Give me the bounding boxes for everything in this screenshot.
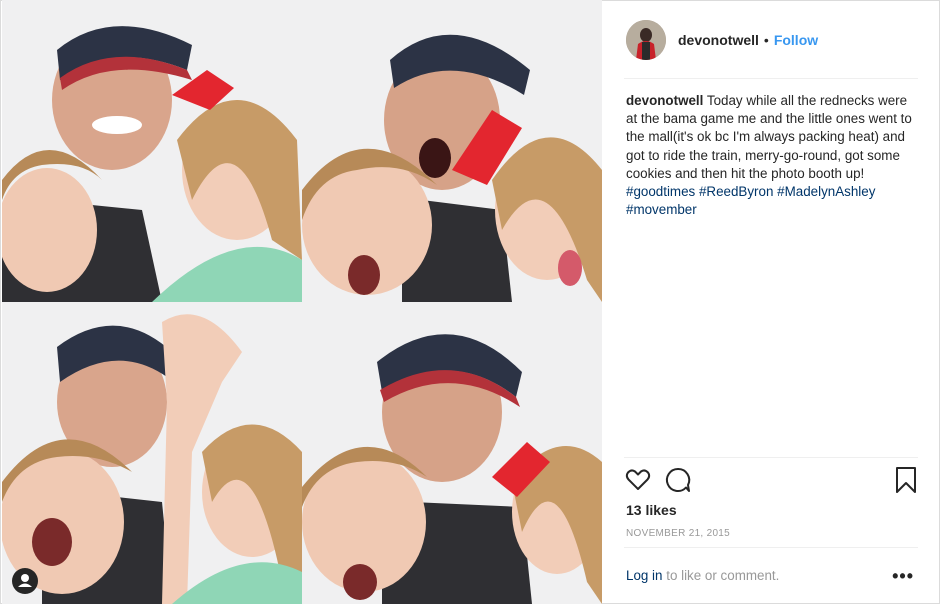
login-prompt: Log in to like or comment.	[626, 568, 779, 583]
hashtag-link[interactable]: #movember	[626, 202, 697, 217]
photo-panel-3-art	[2, 302, 302, 604]
photo-panel-4	[302, 302, 602, 604]
divider	[624, 547, 918, 548]
caption-username[interactable]: devonotwell	[626, 93, 703, 108]
hashtag-link[interactable]: #goodtimes	[626, 184, 695, 199]
post-photo[interactable]	[2, 0, 602, 604]
more-options-icon[interactable]: •••	[892, 566, 914, 587]
separator-dot: •	[763, 32, 769, 48]
post-sidebar: devonotwell • Follow devonotwell Today w…	[604, 0, 938, 602]
post-date: NOVEMBER 21, 2015	[626, 528, 731, 539]
hashtag-link[interactable]: #ReedByron	[699, 184, 773, 199]
comment-icon[interactable]	[664, 466, 692, 494]
comment-glyph	[665, 467, 691, 492]
login-text: to like or comment.	[666, 568, 780, 583]
action-bar	[624, 466, 920, 496]
photo-panel-4-art	[302, 302, 602, 604]
post-header: devonotwell • Follow	[626, 18, 916, 62]
heart-icon[interactable]	[624, 466, 652, 494]
username-link[interactable]: devonotwell	[678, 32, 759, 48]
login-link[interactable]: Log in	[626, 568, 662, 583]
heart-glyph	[625, 469, 651, 490]
follow-button[interactable]: Follow	[774, 32, 818, 48]
photo-panel-1	[2, 0, 302, 302]
user-tag-glyph	[18, 574, 32, 587]
caption: devonotwell Today while all the rednecks…	[626, 92, 918, 219]
photo-panel-2	[302, 0, 602, 302]
avatar-image	[626, 20, 666, 60]
photo-panel-2-art	[302, 0, 602, 302]
bookmark-icon[interactable]	[892, 466, 920, 494]
photo-panel-3	[2, 302, 302, 604]
likes-count[interactable]: 13 likes	[626, 502, 677, 518]
photo-panel-1-art	[2, 0, 302, 302]
avatar[interactable]	[626, 20, 666, 60]
divider	[624, 457, 918, 458]
divider	[624, 78, 918, 79]
hashtag-link[interactable]: #MadelynAshley	[777, 184, 875, 199]
user-tag-icon[interactable]	[12, 568, 38, 594]
bookmark-glyph	[896, 467, 916, 493]
